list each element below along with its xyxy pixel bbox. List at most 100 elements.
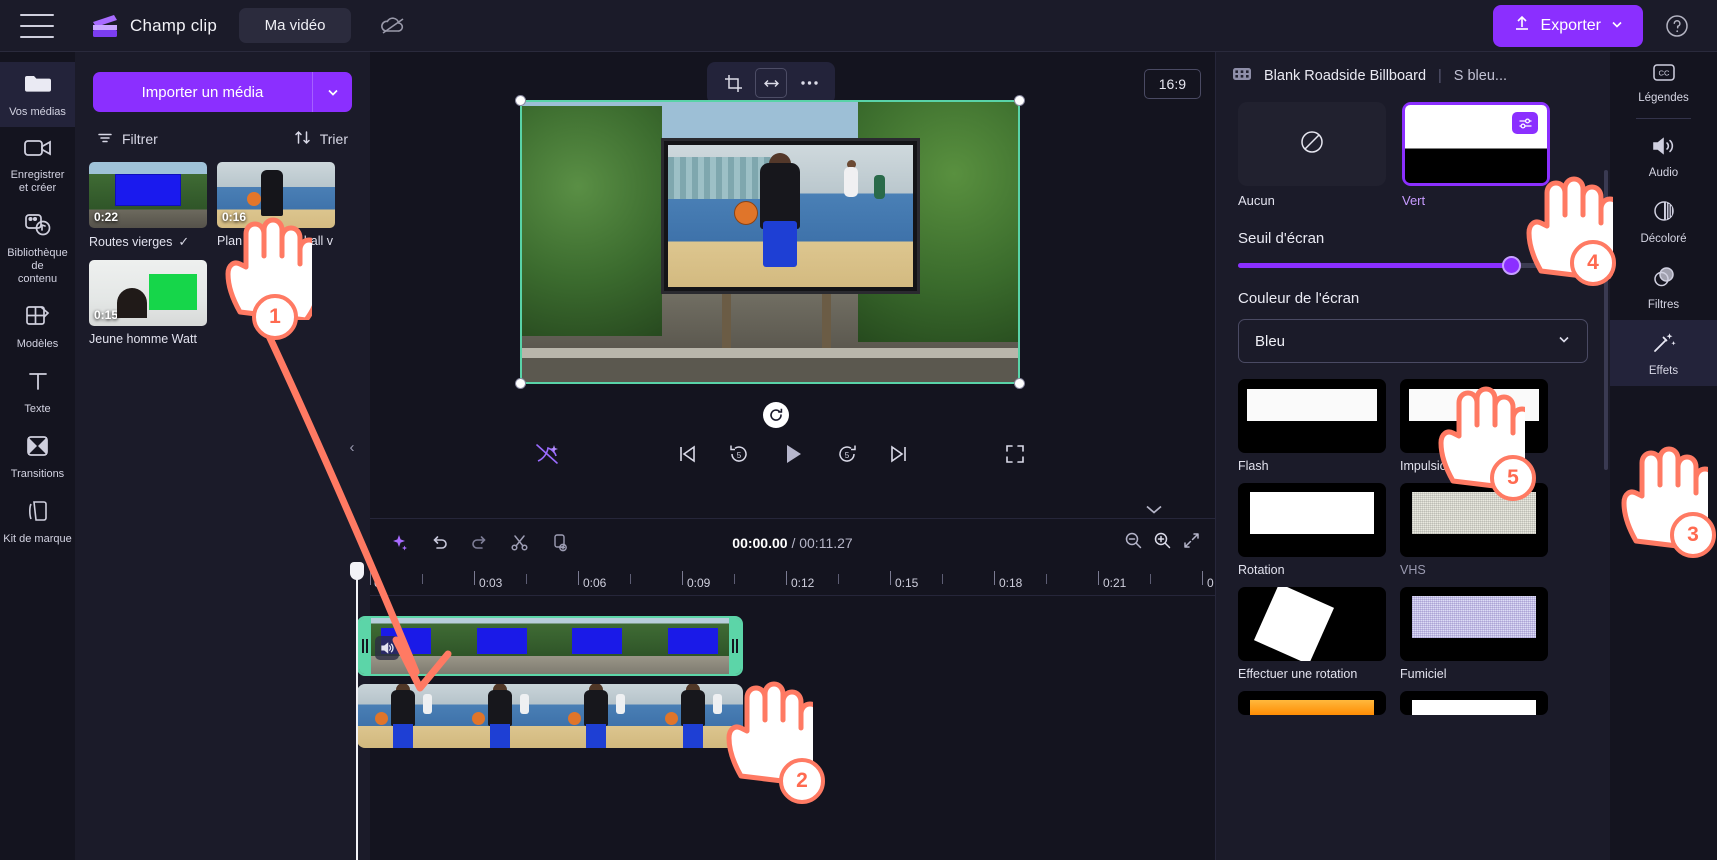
screen-color-select[interactable]: Bleu bbox=[1238, 319, 1588, 363]
help-icon[interactable] bbox=[1663, 12, 1691, 40]
zoom-in-icon[interactable] bbox=[1153, 531, 1172, 555]
greenscreen-option-aucun[interactable]: Aucun bbox=[1238, 102, 1386, 208]
effect-card-effectuer-une-rotation[interactable]: Effectuer une rotation bbox=[1238, 587, 1386, 681]
resize-handle-tr[interactable] bbox=[1014, 95, 1025, 106]
upload-icon bbox=[1513, 14, 1531, 37]
clip-trim-handle-right[interactable] bbox=[729, 618, 741, 674]
export-button[interactable]: Exporter bbox=[1492, 4, 1643, 47]
sidebar-item-label: Texte bbox=[24, 403, 51, 415]
aspect-ratio-button[interactable]: 16:9 bbox=[1143, 69, 1201, 99]
skip-to-start-icon[interactable] bbox=[676, 443, 698, 470]
fullscreen-icon[interactable] bbox=[1005, 444, 1025, 469]
top-bar: Champ clip Ma vidéo Exporter bbox=[0, 0, 1717, 52]
sidebar-item-bibliotheque[interactable]: Bibliothèque de contenu bbox=[0, 203, 75, 294]
screen-color-value: Bleu bbox=[1255, 332, 1286, 350]
effect-thumb bbox=[1238, 587, 1386, 661]
crop-icon[interactable] bbox=[717, 68, 749, 98]
media-item-routes-vierges[interactable]: 0:22 Routes vierges ✓ bbox=[89, 162, 207, 250]
import-media-chevron-down-icon[interactable] bbox=[312, 72, 352, 112]
properties-scrollbar[interactable] bbox=[1604, 170, 1608, 470]
sidebar-item-modeles[interactable]: Modèles bbox=[0, 294, 75, 359]
greenscreen-option-label: Aucun bbox=[1238, 193, 1275, 208]
fit-timeline-icon[interactable] bbox=[1182, 531, 1201, 555]
ruler-label: 0:21 bbox=[1103, 576, 1127, 590]
playback-bar: 5 5 bbox=[370, 432, 1215, 480]
timeline-tools-right bbox=[1124, 531, 1201, 555]
more-options-icon[interactable] bbox=[793, 68, 825, 98]
effect-card-fumiciel[interactable]: Fumiciel bbox=[1400, 587, 1548, 681]
hamburger-icon[interactable] bbox=[20, 13, 54, 38]
effect-card-flash[interactable]: Flash bbox=[1238, 379, 1386, 473]
tab-legendes[interactable]: CC Légendes bbox=[1610, 52, 1717, 113]
screen-color-label: Couleur de l'écran bbox=[1238, 290, 1360, 307]
sort-button[interactable]: Trier bbox=[294, 130, 348, 148]
timeline: 00:00.00 / 00:11.27 0 0:03 0:06 0:09 0:1… bbox=[350, 518, 1215, 860]
filter-label: Filtrer bbox=[122, 131, 158, 147]
decorative-tree-left bbox=[522, 106, 662, 336]
timeline-clip-basketball[interactable] bbox=[357, 684, 743, 748]
sidebar-item-enregistrer[interactable]: Enregistrer et créer bbox=[0, 127, 75, 203]
tab-label: Audio bbox=[1648, 167, 1679, 179]
zoom-out-icon[interactable] bbox=[1124, 531, 1143, 555]
forward-5-icon[interactable]: 5 bbox=[836, 443, 858, 470]
preview-stage[interactable] bbox=[515, 95, 1025, 389]
guardrail bbox=[522, 348, 1018, 358]
tab-vitesse[interactable]: Vitesse bbox=[1610, 438, 1717, 504]
play-icon[interactable] bbox=[780, 441, 806, 472]
rewind-5-icon[interactable]: 5 bbox=[728, 443, 750, 470]
sidebar-item-vos-medias[interactable]: Vos médias bbox=[0, 62, 75, 127]
playhead[interactable] bbox=[350, 562, 364, 860]
effect-card-rotation[interactable]: Rotation bbox=[1238, 483, 1386, 577]
tab-effets[interactable]: Effets bbox=[1610, 320, 1717, 386]
greenscreen-options: Aucun Vert bbox=[1216, 96, 1610, 208]
total-time: / 00:11.27 bbox=[791, 534, 853, 551]
speaker-icon[interactable] bbox=[375, 636, 399, 660]
media-item-label: Routes vierges ✓ bbox=[89, 234, 190, 249]
chevron-down-icon bbox=[1611, 17, 1623, 35]
tab-filtres[interactable]: Filtres bbox=[1610, 254, 1717, 320]
rail-divider bbox=[1636, 118, 1691, 119]
effect-card-partial-left[interactable] bbox=[1238, 691, 1386, 715]
effect-thumb bbox=[1400, 587, 1548, 661]
ruler-label: 0:12 bbox=[791, 576, 815, 590]
cloud-off-icon[interactable] bbox=[379, 12, 407, 40]
check-icon: ✓ bbox=[178, 234, 190, 249]
filter-button[interactable]: Filtrer bbox=[97, 130, 158, 148]
sidebar-item-texte[interactable]: Texte bbox=[0, 359, 75, 424]
sidebar-item-kit-de-marque[interactable]: Kit de marque bbox=[0, 489, 75, 554]
effects-grid: Flash Impulsion Rotation VHS Effectuer u… bbox=[1216, 363, 1610, 715]
slider-knob[interactable] bbox=[1502, 256, 1521, 275]
media-item-label: Plan de basket-ball v bbox=[217, 234, 334, 248]
timeline-clip-billboard[interactable] bbox=[357, 616, 743, 676]
resize-handle-tl[interactable] bbox=[515, 95, 526, 106]
sort-label: Trier bbox=[319, 131, 348, 147]
media-item-plan-de-basket-ball[interactable]: 0:16 Plan de basket-ball v bbox=[217, 162, 335, 250]
ruler-label: 0:06 bbox=[583, 576, 607, 590]
clip-trim-handle-left[interactable] bbox=[359, 618, 371, 674]
tab-label: Décoloré bbox=[1640, 233, 1687, 245]
rotate-icon[interactable] bbox=[763, 402, 789, 428]
threshold-slider[interactable] bbox=[1238, 256, 1588, 275]
chevron-left-icon[interactable]: ‹ bbox=[344, 430, 360, 464]
fit-width-icon[interactable] bbox=[755, 68, 787, 98]
effect-card-partial-right[interactable] bbox=[1400, 691, 1548, 715]
media-item-jeune-homme-watt[interactable]: 0:15 Jeune homme Watt bbox=[89, 260, 207, 346]
resize-handle-br[interactable] bbox=[1014, 378, 1025, 389]
clip-filmstrip bbox=[359, 618, 741, 674]
sidebar-item-transitions[interactable]: Transitions bbox=[0, 424, 75, 489]
svg-text:CC: CC bbox=[1658, 69, 1669, 78]
brand: Champ clip bbox=[90, 13, 217, 39]
timeline-ruler[interactable]: 0 0:03 0:06 0:09 0:12 0:15 0:18 0:21 0 bbox=[370, 566, 1215, 596]
player2-body bbox=[844, 167, 858, 197]
effect-thumb bbox=[1400, 379, 1548, 453]
greenscreen-option-vert[interactable]: Vert bbox=[1402, 102, 1550, 208]
right-rail: CC Légendes Audio Décoloré Filtres Effet… bbox=[1610, 52, 1717, 860]
tab-decolore[interactable]: Décoloré bbox=[1610, 188, 1717, 254]
skip-to-end-icon[interactable] bbox=[888, 443, 910, 470]
import-media-button[interactable]: Importer un média bbox=[93, 72, 312, 112]
resize-handle-bl[interactable] bbox=[515, 378, 526, 389]
billboard-post-right bbox=[822, 288, 831, 350]
tab-audio[interactable]: Audio bbox=[1610, 124, 1717, 188]
sliders-icon[interactable] bbox=[1512, 112, 1538, 134]
project-name-field[interactable]: Ma vidéo bbox=[239, 8, 352, 43]
